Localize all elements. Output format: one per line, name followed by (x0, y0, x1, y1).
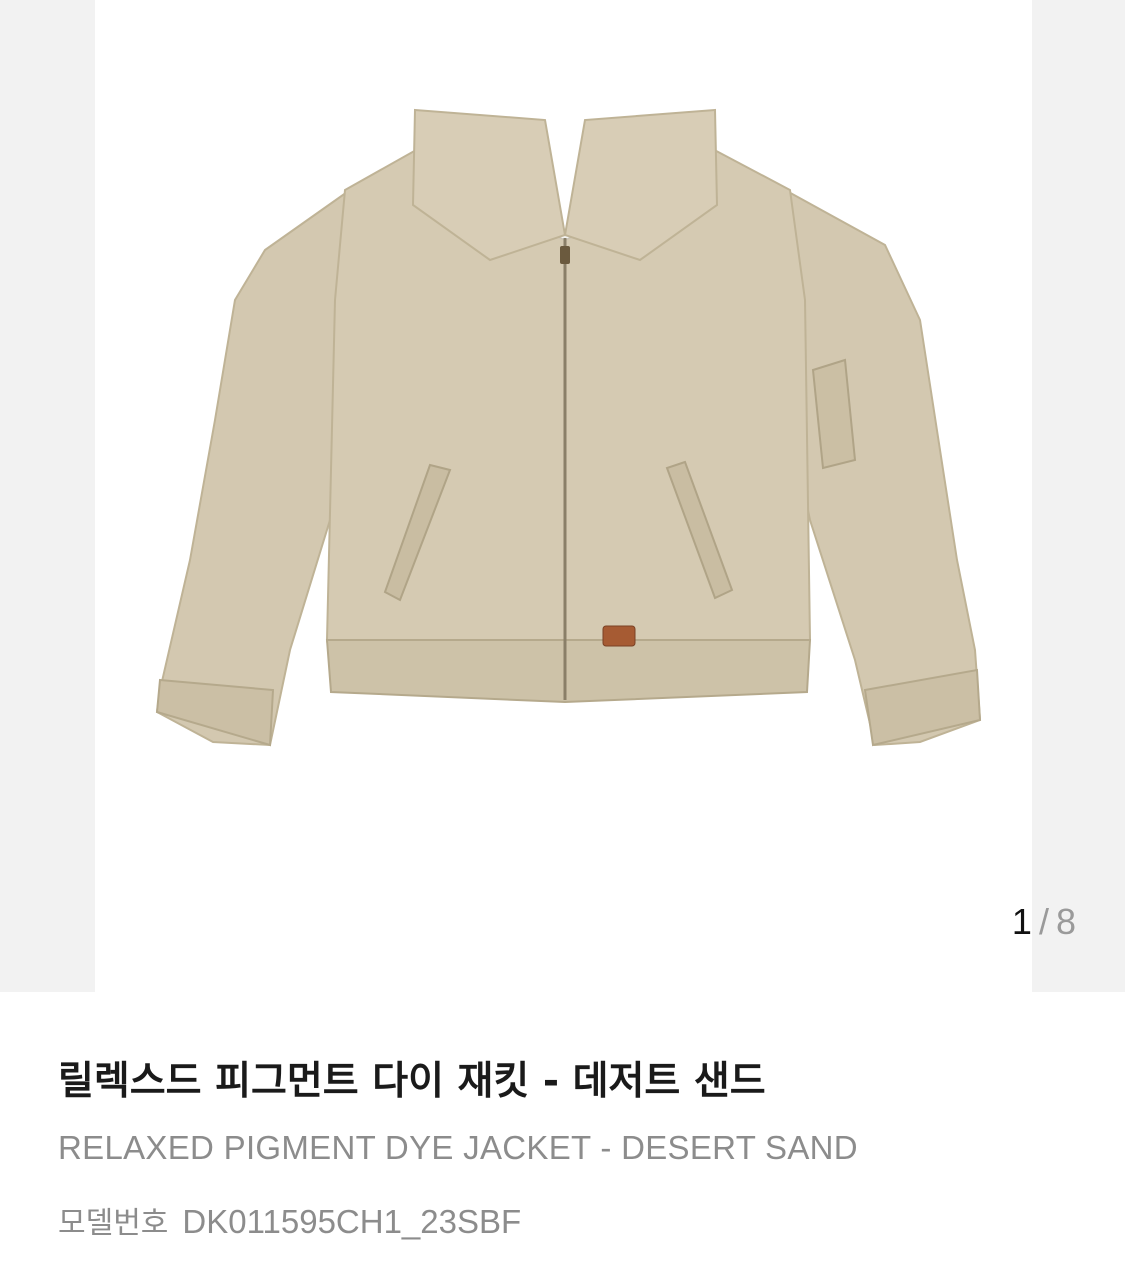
product-title-en: RELAXED PIGMENT DYE JACKET - DESERT SAND (58, 1129, 858, 1166)
image-counter: 1/8 (1012, 900, 1077, 944)
image-counter-separator: / (1038, 901, 1050, 942)
product-title-ko: 릴렉스드 피그먼트 다이 재킷 - 데저트 샌드 (58, 1059, 766, 1104)
image-counter-total: 8 (1055, 901, 1077, 942)
jacket-image (155, 108, 982, 747)
product-photo[interactable] (95, 0, 1032, 992)
image-counter-current: 1 (1011, 901, 1033, 942)
product-image-gallery[interactable]: 1/8 (0, 0, 1125, 992)
product-detail-page: 1/8 릴렉스드 피그먼트 다이 재킷 - 데저트 샌드 RELAXED PIG… (0, 0, 1125, 1288)
model-number-value: DK011595CH1_23SBF (182, 1203, 522, 1240)
product-info: 릴렉스드 피그먼트 다이 재킷 - 데저트 샌드 RELAXED PIGMENT… (58, 1052, 1085, 1246)
model-number-row: 모델번호 DK011595CH1_23SBF (58, 1200, 1085, 1246)
model-number-label: 모델번호 (58, 1206, 169, 1241)
